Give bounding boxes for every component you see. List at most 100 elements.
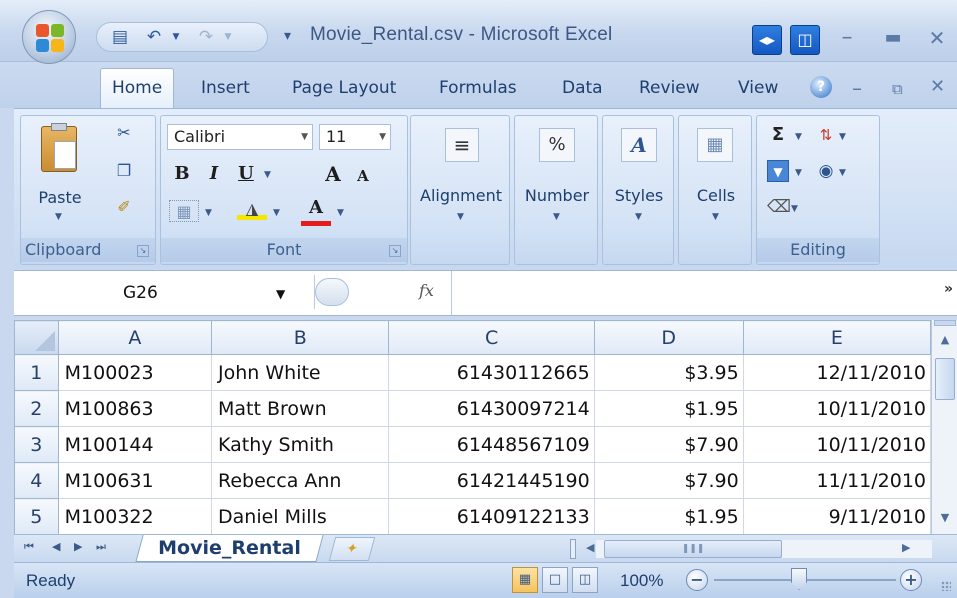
cell[interactable]: 11/11/2010 xyxy=(742,462,931,499)
scroll-up-icon[interactable]: ▲ xyxy=(934,328,956,352)
number-group[interactable]: % Number ▼ xyxy=(514,115,598,265)
insert-function-icon[interactable]: fx xyxy=(419,281,434,300)
column-header-b[interactable]: B xyxy=(211,320,390,355)
name-box-dropdown-icon[interactable]: ▼ xyxy=(276,287,285,301)
fill-icon[interactable]: ▼ xyxy=(767,160,789,182)
formula-splitter-icon[interactable] xyxy=(315,278,349,306)
shrink-font-button[interactable]: A xyxy=(349,162,377,192)
cut-icon[interactable]: ✂ xyxy=(113,122,135,144)
workbook-minimize-icon[interactable]: – xyxy=(852,76,862,100)
find-select-dropdown-icon[interactable]: ▼ xyxy=(839,168,846,178)
cell[interactable]: Rebecca Ann xyxy=(211,462,390,499)
workbook-restore-icon[interactable]: ⧉ xyxy=(892,80,903,98)
cell[interactable]: 61448567109 xyxy=(388,426,595,463)
cell[interactable]: 9/11/2010 xyxy=(742,498,931,534)
tab-home[interactable]: Home xyxy=(100,68,175,110)
bold-button[interactable]: B xyxy=(167,160,197,190)
horizontal-scroll-thumb[interactable]: ❚❚❚ xyxy=(604,540,782,558)
zoom-out-icon[interactable]: − xyxy=(686,569,708,591)
redo-dropdown-icon[interactable]: ▼ xyxy=(217,27,239,47)
cell[interactable]: $3.95 xyxy=(593,354,744,391)
cell[interactable]: 61409122133 xyxy=(388,498,595,534)
office-button[interactable] xyxy=(22,10,76,64)
tab-page-layout[interactable]: Page Layout xyxy=(292,78,396,98)
cells-group[interactable]: ▦ Cells ▼ xyxy=(678,115,752,265)
cell[interactable]: 61421445190 xyxy=(388,462,595,499)
cell[interactable]: $7.90 xyxy=(593,426,744,463)
column-header-e[interactable]: E xyxy=(742,320,931,355)
sort-filter-icon[interactable]: ⇅ xyxy=(815,124,837,146)
maximize-icon[interactable]: ▬ xyxy=(882,26,904,50)
borders-icon[interactable]: ▦ xyxy=(169,200,199,222)
copy-icon[interactable]: ❐ xyxy=(113,160,135,182)
formula-input[interactable] xyxy=(451,271,931,315)
column-header-a[interactable]: A xyxy=(57,320,213,355)
underline-dropdown-icon[interactable]: ▼ xyxy=(264,170,271,180)
zoom-slider-thumb[interactable] xyxy=(791,568,807,590)
row-header[interactable]: 4 xyxy=(14,462,59,499)
row-header[interactable]: 2 xyxy=(14,390,59,427)
font-size-combo[interactable]: 11 ▼ xyxy=(319,124,391,150)
cell[interactable]: 61430112665 xyxy=(388,354,595,391)
fill-dropdown-icon[interactable]: ▼ xyxy=(795,168,802,178)
cell[interactable]: M100863 xyxy=(57,390,213,427)
font-color-button[interactable]: A xyxy=(301,194,331,226)
tab-formulas[interactable]: Formulas xyxy=(439,78,517,98)
restore-view-icon[interactable]: ◂▸ xyxy=(752,25,782,55)
minimize-icon[interactable]: – xyxy=(836,26,858,50)
clear-icon[interactable]: ⌫ xyxy=(767,196,791,218)
font-name-combo[interactable]: Calibri ▼ xyxy=(167,124,313,150)
scroll-left-icon[interactable]: ◀ xyxy=(586,541,594,554)
select-all-corner[interactable] xyxy=(14,320,59,355)
scroll-right-icon[interactable]: ▶ xyxy=(902,541,910,554)
cell[interactable]: $7.90 xyxy=(593,462,744,499)
alignment-group[interactable]: ≡ Alignment ▼ xyxy=(410,115,510,265)
cell[interactable]: M100144 xyxy=(57,426,213,463)
help-icon[interactable]: ? xyxy=(810,76,832,98)
undo-icon[interactable]: ↶ xyxy=(143,27,165,47)
paste-button[interactable]: Paste ▼ xyxy=(31,123,89,234)
font-name-dropdown-icon[interactable]: ▼ xyxy=(301,125,308,149)
autosum-icon[interactable]: Σ xyxy=(767,124,789,146)
sort-filter-dropdown-icon[interactable]: ▼ xyxy=(839,132,846,142)
cell[interactable]: John White xyxy=(211,354,390,391)
redo-icon[interactable]: ↷ xyxy=(195,27,217,47)
cell[interactable]: 10/11/2010 xyxy=(742,426,931,463)
cell[interactable]: M100322 xyxy=(57,498,213,534)
styles-group[interactable]: A Styles ▼ xyxy=(602,115,674,265)
name-box[interactable]: G26 ▼ xyxy=(14,275,297,309)
vertical-split-handle[interactable] xyxy=(934,320,956,326)
column-header-c[interactable]: C xyxy=(388,320,595,355)
format-painter-icon[interactable]: ✐ xyxy=(113,196,135,218)
clear-dropdown-icon[interactable]: ▼ xyxy=(791,204,798,214)
undo-dropdown-icon[interactable]: ▼ xyxy=(165,27,187,47)
expand-formula-bar-icon[interactable]: » xyxy=(944,281,953,297)
scroll-down-icon[interactable]: ▼ xyxy=(934,508,956,528)
cell[interactable]: Daniel Mills xyxy=(211,498,390,534)
prev-sheet-icon[interactable]: ◀ xyxy=(52,540,60,553)
fill-color-dropdown-icon[interactable]: ▼ xyxy=(273,208,280,218)
cell[interactable]: 10/11/2010 xyxy=(742,390,931,427)
find-select-icon[interactable]: ◉ xyxy=(815,160,837,182)
resize-grip-icon[interactable] xyxy=(941,581,951,591)
last-sheet-icon[interactable]: ⏭ xyxy=(96,540,106,554)
insert-sheet-icon[interactable]: ✦ xyxy=(328,537,376,561)
horizontal-scrollbar[interactable]: ❚❚❚ xyxy=(596,540,932,558)
autosum-dropdown-icon[interactable]: ▼ xyxy=(795,132,802,142)
cell[interactable]: 12/11/2010 xyxy=(742,354,931,391)
cell[interactable]: $1.95 xyxy=(593,498,744,534)
column-header-d[interactable]: D xyxy=(593,320,744,355)
cell[interactable]: Matt Brown xyxy=(211,390,390,427)
customize-qat-icon[interactable]: ▾ xyxy=(284,28,291,44)
italic-button[interactable]: I xyxy=(199,160,229,190)
cell[interactable]: 61430097214 xyxy=(388,390,595,427)
font-size-dropdown-icon[interactable]: ▼ xyxy=(379,125,386,149)
tab-split-handle[interactable] xyxy=(570,539,576,559)
font-launcher-icon[interactable]: ↘ xyxy=(389,245,401,257)
sheet-tab-movie-rental[interactable]: Movie_Rental xyxy=(135,535,324,562)
close-icon[interactable]: ✕ xyxy=(926,26,948,50)
page-break-preview-icon[interactable]: ◫ xyxy=(572,567,598,593)
fill-color-icon[interactable]: ◮ xyxy=(237,198,267,220)
grow-font-button[interactable]: A xyxy=(319,160,347,190)
underline-button[interactable]: U xyxy=(231,160,261,190)
